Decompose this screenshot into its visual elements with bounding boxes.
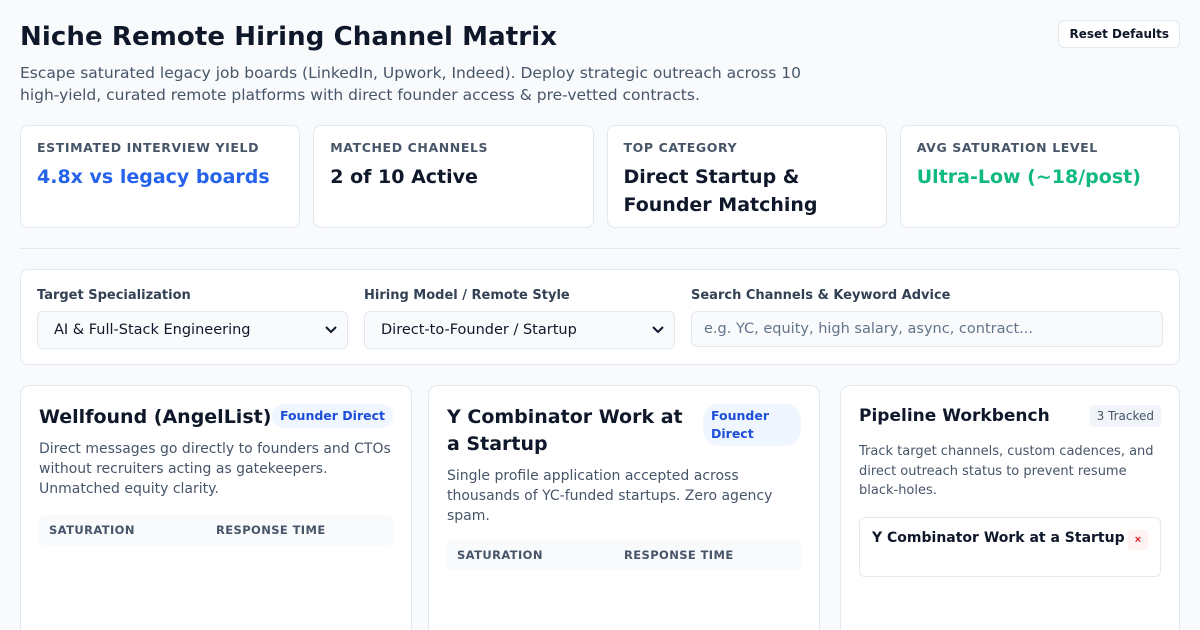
specialization-label: Target Specialization	[37, 288, 191, 303]
metric-label: RESPONSE TIME	[624, 548, 734, 562]
stat-card-interview-yield: ESTIMATED INTERVIEW YIELD 4.8x vs legacy…	[20, 125, 301, 228]
reset-defaults-button[interactable]: Reset Defaults	[1058, 20, 1180, 48]
tracked-count-badge: 3 Tracked	[1089, 405, 1161, 427]
stat-card-top-category: TOP CATEGORY Direct Startup & Founder Ma…	[606, 125, 887, 228]
channel-metrics: SATURATION RESPONSE TIME	[39, 515, 393, 545]
pipeline-header: Pipeline Workbench 3 Tracked	[859, 404, 1161, 428]
pipeline-item-name: Y Combinator Work at a Startup	[872, 529, 1125, 546]
channel-card-yc[interactable]: Y Combinator Work at a Startup Founder D…	[428, 385, 820, 630]
pipeline-description: Track target channels, custom cadences, …	[859, 444, 1154, 498]
page-subtitle: Escape saturated legacy job boards (Link…	[20, 64, 801, 104]
search-input[interactable]	[691, 311, 1163, 347]
specialization-value: AI & Full-Stack Engineering	[54, 322, 251, 338]
pipeline-item[interactable]: Y Combinator Work at a Startup ×	[859, 516, 1161, 577]
chevron-down-icon	[325, 323, 337, 337]
hiring-model-label: Hiring Model / Remote Style	[364, 288, 570, 303]
channel-name: Y Combinator Work at a Startup	[447, 406, 683, 455]
channel-metrics: SATURATION RESPONSE TIME	[447, 540, 801, 570]
saturation-metric: SATURATION	[457, 548, 624, 562]
stat-label: MATCHED CHANNELS	[330, 140, 489, 155]
metric-label: RESPONSE TIME	[216, 523, 326, 537]
stats-row: ESTIMATED INTERVIEW YIELD 4.8x vs legacy…	[20, 125, 1180, 228]
pipeline-title: Pipeline Workbench	[859, 406, 1050, 426]
hiring-model-filter: Hiring Model / Remote Style Direct-to-Fo…	[364, 288, 675, 364]
search-filter: Search Channels & Keyword Advice	[691, 288, 1163, 364]
search-label: Search Channels & Keyword Advice	[691, 288, 951, 303]
channel-description: Direct messages go directly to founders …	[39, 441, 391, 497]
metric-label: SATURATION	[457, 548, 543, 562]
card-header: Y Combinator Work at a Startup Founder D…	[447, 404, 801, 458]
specialization-select[interactable]: AI & Full-Stack Engineering	[37, 311, 348, 349]
stat-value: Direct Startup & Founder Matching	[623, 166, 818, 216]
channel-name: Wellfound (AngelList)	[39, 406, 272, 428]
pipeline-workbench: Pipeline Workbench 3 Tracked Track targe…	[840, 385, 1180, 630]
card-header: Wellfound (AngelList) Founder Direct	[39, 404, 393, 431]
category-badge: Founder Direct	[703, 404, 801, 446]
chevron-down-icon	[652, 323, 664, 337]
filter-panel: Target Specialization AI & Full-Stack En…	[20, 269, 1180, 365]
specialization-filter: Target Specialization AI & Full-Stack En…	[37, 288, 348, 364]
stat-label: AVG SATURATION LEVEL	[916, 140, 1098, 155]
saturation-metric: SATURATION	[49, 523, 216, 537]
stat-card-matched-channels: MATCHED CHANNELS 2 of 10 Active	[313, 125, 594, 228]
stat-value: 2 of 10 Active	[330, 166, 478, 188]
stat-label: ESTIMATED INTERVIEW YIELD	[37, 140, 260, 155]
stat-label: TOP CATEGORY	[623, 140, 738, 155]
response-time-metric: RESPONSE TIME	[624, 548, 791, 562]
remove-item-button[interactable]: ×	[1128, 529, 1148, 550]
stat-value: Ultra-Low (~18/post)	[916, 166, 1141, 188]
response-time-metric: RESPONSE TIME	[216, 523, 383, 537]
metric-label: SATURATION	[49, 523, 135, 537]
hiring-model-value: Direct-to-Founder / Startup	[381, 322, 577, 338]
category-badge: Founder Direct	[271, 404, 393, 428]
channel-description: Single profile application accepted acro…	[447, 468, 773, 524]
stat-card-saturation: AVG SATURATION LEVEL Ultra-Low (~18/post…	[899, 125, 1180, 228]
page-header: Niche Remote Hiring Channel Matrix Escap…	[20, 20, 1180, 112]
channel-card-wellfound[interactable]: Wellfound (AngelList) Founder Direct Dir…	[20, 385, 412, 630]
page-title: Niche Remote Hiring Channel Matrix	[20, 22, 558, 52]
section-divider	[20, 248, 1180, 249]
stat-value: 4.8x vs legacy boards	[37, 166, 270, 188]
hiring-model-select[interactable]: Direct-to-Founder / Startup	[364, 311, 675, 349]
